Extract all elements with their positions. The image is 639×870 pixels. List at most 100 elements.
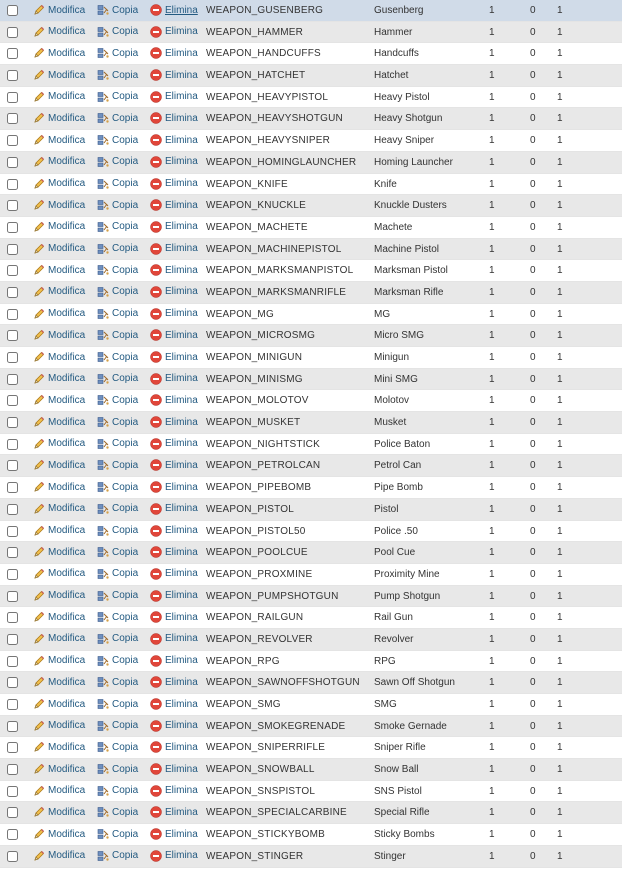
edit-link[interactable]: Modifica xyxy=(33,178,85,190)
edit-link[interactable]: Modifica xyxy=(33,329,85,341)
row-checkbox[interactable] xyxy=(7,113,18,125)
delete-link[interactable]: Elimina xyxy=(150,156,198,168)
copy-link[interactable]: Copia xyxy=(97,655,138,667)
edit-link[interactable]: Modifica xyxy=(33,741,85,753)
delete-link[interactable]: Elimina xyxy=(150,785,198,797)
edit-link[interactable]: Modifica xyxy=(33,26,85,38)
edit-link[interactable]: Modifica xyxy=(33,47,85,59)
row-checkbox[interactable] xyxy=(7,352,18,363)
delete-link[interactable]: Elimina xyxy=(150,286,198,298)
row-checkbox[interactable] xyxy=(7,395,18,407)
edit-link[interactable]: Modifica xyxy=(33,308,85,320)
row-checkbox[interactable] xyxy=(7,525,18,537)
delete-link[interactable]: Elimina xyxy=(150,589,198,602)
copy-link[interactable]: Copia xyxy=(97,438,138,450)
row-checkbox[interactable] xyxy=(7,178,18,190)
row-checkbox[interactable] xyxy=(7,742,18,754)
delete-link[interactable]: Elimina xyxy=(150,329,198,342)
delete-link[interactable]: Elimina xyxy=(150,394,198,407)
edit-link[interactable]: Modifica xyxy=(33,763,85,775)
delete-link[interactable]: Elimina xyxy=(150,416,198,428)
delete-link[interactable]: Elimina xyxy=(150,850,198,862)
edit-link[interactable]: Modifica xyxy=(33,481,85,493)
edit-link[interactable]: Modifica xyxy=(33,525,85,537)
copy-link[interactable]: Copia xyxy=(97,850,138,862)
row-checkbox[interactable] xyxy=(7,308,18,320)
row-checkbox[interactable] xyxy=(7,330,18,342)
row-checkbox[interactable] xyxy=(7,633,18,645)
edit-link[interactable]: Modifica xyxy=(33,69,85,81)
edit-link[interactable]: Modifica xyxy=(33,199,85,211)
copy-link[interactable]: Copia xyxy=(97,676,138,688)
edit-link[interactable]: Modifica xyxy=(33,156,85,168)
row-checkbox[interactable] xyxy=(7,850,18,862)
delete-link[interactable]: Elimina xyxy=(150,459,198,472)
copy-link[interactable]: Copia xyxy=(97,546,138,558)
edit-link[interactable]: Modifica xyxy=(33,590,85,602)
row-checkbox[interactable] xyxy=(7,547,18,559)
row-checkbox[interactable] xyxy=(7,265,18,277)
copy-link[interactable]: Copia xyxy=(97,221,138,233)
edit-link[interactable]: Modifica xyxy=(33,785,85,797)
delete-link[interactable]: Elimina xyxy=(150,481,198,493)
copy-link[interactable]: Copia xyxy=(97,351,138,363)
copy-link[interactable]: Copia xyxy=(97,26,138,38)
edit-link[interactable]: Modifica xyxy=(33,373,85,385)
copy-link[interactable]: Copia xyxy=(97,69,138,81)
edit-link[interactable]: Modifica xyxy=(33,134,85,146)
delete-link[interactable]: Elimina xyxy=(150,91,198,103)
row-checkbox[interactable] xyxy=(7,699,18,710)
row-checkbox[interactable] xyxy=(7,156,18,168)
copy-link[interactable]: Copia xyxy=(97,763,138,775)
copy-link[interactable]: Copia xyxy=(97,156,138,168)
copy-link[interactable]: Copia xyxy=(97,112,138,124)
copy-link[interactable]: Copia xyxy=(97,91,138,103)
copy-link[interactable]: Copia xyxy=(97,286,138,298)
edit-link[interactable]: Modifica xyxy=(33,91,85,103)
copy-link[interactable]: Copia xyxy=(97,47,138,59)
copy-link[interactable]: Copia xyxy=(97,698,138,710)
copy-link[interactable]: Copia xyxy=(97,525,138,537)
delete-link[interactable]: Elimina xyxy=(150,654,198,667)
edit-link[interactable]: Modifica xyxy=(33,850,85,862)
copy-link[interactable]: Copia xyxy=(97,243,138,255)
row-checkbox[interactable] xyxy=(7,135,18,147)
edit-link[interactable]: Modifica xyxy=(33,459,85,471)
delete-link[interactable]: Elimina xyxy=(150,741,198,754)
delete-link[interactable]: Elimina xyxy=(150,372,198,385)
delete-link[interactable]: Elimina xyxy=(150,763,198,775)
row-checkbox[interactable] xyxy=(7,655,18,667)
delete-link[interactable]: Elimina xyxy=(150,719,198,732)
delete-link[interactable]: Elimina xyxy=(150,69,198,81)
copy-link[interactable]: Copia xyxy=(97,308,138,320)
edit-link[interactable]: Modifica xyxy=(33,112,85,124)
row-checkbox[interactable] xyxy=(7,221,18,233)
delete-link[interactable]: Elimina xyxy=(150,568,198,580)
copy-link[interactable]: Copia xyxy=(97,590,138,602)
edit-link[interactable]: Modifica xyxy=(33,503,85,515)
delete-link[interactable]: Elimina xyxy=(150,698,198,710)
delete-link[interactable]: Elimina xyxy=(150,4,198,16)
row-checkbox[interactable] xyxy=(7,5,18,16)
copy-link[interactable]: Copia xyxy=(97,633,138,645)
row-checkbox[interactable] xyxy=(7,829,18,841)
delete-link[interactable]: Elimina xyxy=(150,351,198,363)
delete-link[interactable]: Elimina xyxy=(150,112,198,125)
delete-link[interactable]: Elimina xyxy=(150,25,198,38)
row-checkbox[interactable] xyxy=(7,590,18,602)
edit-link[interactable]: Modifica xyxy=(33,286,85,298)
copy-link[interactable]: Copia xyxy=(97,178,138,190)
delete-link[interactable]: Elimina xyxy=(150,611,198,623)
row-checkbox[interactable] xyxy=(7,200,18,212)
row-checkbox[interactable] xyxy=(7,785,18,797)
edit-link[interactable]: Modifica xyxy=(33,720,85,732)
delete-link[interactable]: Elimina xyxy=(150,633,198,645)
delete-link[interactable]: Elimina xyxy=(150,47,198,60)
delete-link[interactable]: Elimina xyxy=(150,828,198,840)
copy-link[interactable]: Copia xyxy=(97,373,138,385)
edit-link[interactable]: Modifica xyxy=(33,806,85,818)
delete-link[interactable]: Elimina xyxy=(150,524,198,537)
delete-link[interactable]: Elimina xyxy=(150,806,198,819)
delete-link[interactable]: Elimina xyxy=(150,438,198,450)
edit-link[interactable]: Modifica xyxy=(33,4,85,16)
